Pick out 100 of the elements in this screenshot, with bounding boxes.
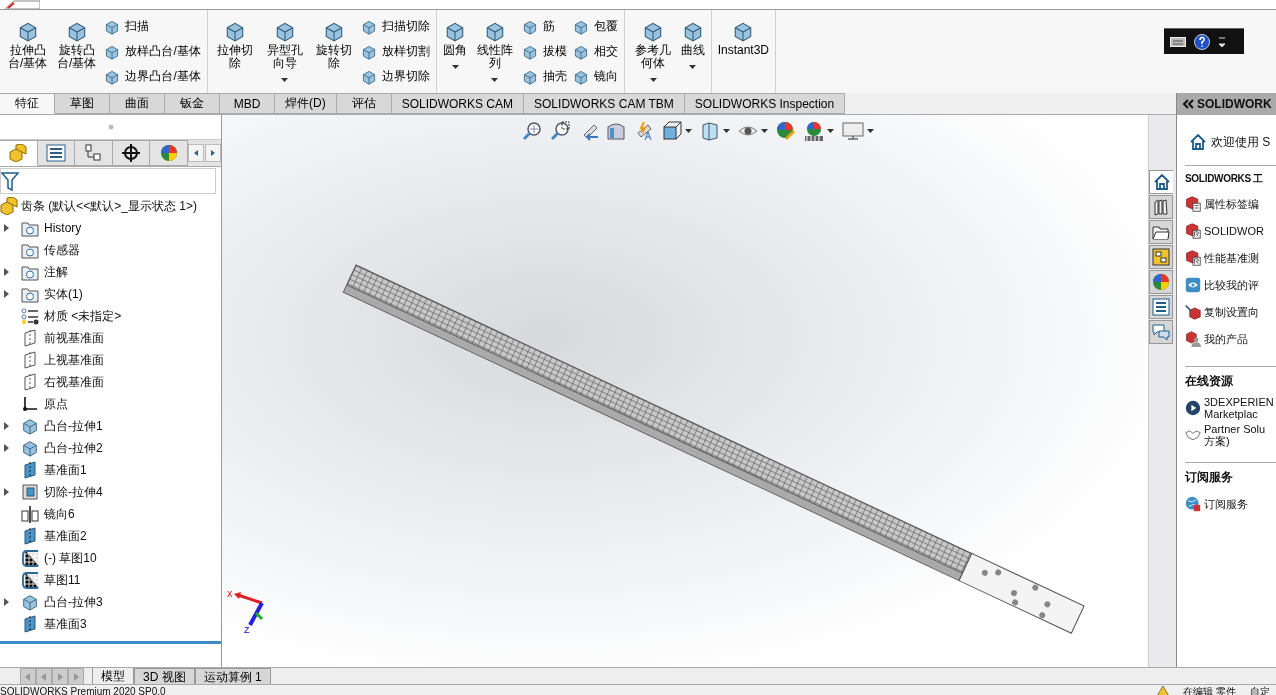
task-pane-tab[interactable] <box>1149 170 1173 194</box>
scroll-left-button[interactable] <box>188 144 204 162</box>
color-ball-icon <box>1152 273 1170 291</box>
welcome-link[interactable]: 欢迎使用 S <box>1211 133 1271 151</box>
blocks-icon <box>8 144 29 162</box>
hollow-block-icon <box>21 483 39 501</box>
ribbon-button[interactable]: 边界凸台/基体 <box>102 67 203 86</box>
tree-item-label[interactable]: 注解 <box>44 263 68 281</box>
task-pane-tab[interactable] <box>1149 195 1173 219</box>
ribbon-button[interactable]: 放样切割 <box>359 42 433 61</box>
chat-icon <box>1152 323 1170 341</box>
ribbon-tab[interactable]: MBD <box>220 93 275 114</box>
ribbon-button[interactable]: 旋转凸台/基体 <box>53 12 101 91</box>
task-pane-tab[interactable] <box>1149 295 1173 319</box>
tree-root-label[interactable]: 齿条 (默认<<默认>_显示状态 1>) <box>21 197 198 215</box>
task-link[interactable]: 3DEXPERIEN Marketplac <box>1204 395 1274 420</box>
task-link[interactable]: Partner Solu 方案) <box>1204 422 1266 447</box>
graphics-area[interactable]: X Z <box>222 115 1148 667</box>
task-link[interactable]: 订阅服务 <box>1204 497 1248 510</box>
ribbon-button[interactable]: 边界切除 <box>359 67 433 86</box>
task-pane-tab[interactable] <box>1149 270 1173 294</box>
view-toolbar-button[interactable] <box>548 121 572 141</box>
tree-item-label[interactable]: 右视基准面 <box>44 373 104 391</box>
ribbon-button[interactable]: 拉伸凸台/基体 <box>4 12 52 91</box>
cube-icon <box>573 43 590 60</box>
ribbon-button[interactable]: Instant3D <box>715 12 772 91</box>
ribbon-button[interactable]: 镜向 <box>571 67 621 86</box>
ribbon-button[interactable]: 拉伸切除 <box>211 12 259 91</box>
tree-item-label[interactable]: 凸台-拉伸2 <box>44 439 103 457</box>
plane-icon <box>23 329 37 347</box>
task-link[interactable]: 比较我的评 <box>1204 278 1259 291</box>
ribbon-tab[interactable]: 钣金 <box>165 93 220 114</box>
monitor-icon <box>842 121 864 141</box>
folder-icon <box>21 241 39 259</box>
ribbon-tab[interactable]: SOLIDWORKS CAM TBM <box>524 93 685 114</box>
tree-item-label[interactable]: 前视基准面 <box>44 329 104 347</box>
task-link[interactable]: SOLIDWOR <box>1204 224 1264 237</box>
ribbon-button[interactable]: 线性阵列 <box>471 12 519 91</box>
filter-field[interactable] <box>0 168 216 194</box>
tree-item-label[interactable]: 凸台-拉伸3 <box>44 593 103 611</box>
tree-item-label[interactable]: 切除-拉伸4 <box>44 483 103 501</box>
ribbon-button[interactable]: 扫描 <box>102 17 203 36</box>
panel-tab[interactable] <box>112 140 151 166</box>
ribbon-button[interactable]: 旋转切除 <box>310 12 358 91</box>
home-icon <box>1189 133 1207 151</box>
tree-item-label[interactable]: 材质 <未指定> <box>44 307 122 325</box>
task-pane-tab[interactable] <box>1149 245 1173 269</box>
play-icon <box>1185 399 1201 416</box>
task-link[interactable]: 属性标签编 <box>1204 197 1259 210</box>
tree-item-label[interactable]: (-) 草图10 <box>44 549 97 567</box>
view-toolbar-button[interactable] <box>660 121 694 141</box>
ribbon-tab[interactable]: 曲面 <box>110 93 165 114</box>
plane-icon <box>23 461 37 479</box>
ribbon-tab[interactable]: SOLIDWORKS Inspection <box>684 93 846 114</box>
magnifier-icon <box>550 121 570 141</box>
view-toolbar-button[interactable] <box>520 121 544 141</box>
tree-item-label[interactable]: 传感器 <box>44 241 80 259</box>
ribbon-button[interactable]: 圆角 <box>441 12 470 91</box>
ribbon-tab[interactable]: SOLIDWORKS CAM <box>391 93 525 114</box>
ribbon-button[interactable]: 抽壳 <box>520 67 570 86</box>
cube-icon <box>361 43 378 60</box>
tree-item-label[interactable]: 基准面1 <box>44 461 87 479</box>
tree-item-label[interactable]: 镜向6 <box>44 505 75 523</box>
tree-item-label[interactable]: 草图11 <box>44 571 81 589</box>
ribbon-tab[interactable]: 草图 <box>55 93 110 114</box>
tree-item-label[interactable]: 凸台-拉伸1 <box>44 417 103 435</box>
color-ball-icon <box>776 121 796 141</box>
cube-icon <box>1185 195 1201 212</box>
tree-icon <box>83 144 104 162</box>
ribbon-button[interactable]: 扫描切除 <box>359 17 433 36</box>
task-link[interactable]: 复制设置向 <box>1204 305 1259 318</box>
scroll-right-button[interactable] <box>205 144 221 162</box>
tree-item-label[interactable]: History <box>44 221 82 235</box>
task-pane-tab[interactable] <box>1149 320 1173 344</box>
plane-icon <box>23 615 37 633</box>
ribbon-tab[interactable]: 特征 <box>0 93 55 114</box>
ribbon-tab[interactable]: 评估 <box>336 93 392 114</box>
panel-tab[interactable] <box>37 140 76 166</box>
tree-item-label[interactable]: 实体(1) <box>44 285 83 303</box>
tree-item-label[interactable]: 上视基准面 <box>44 351 104 369</box>
person-icon <box>1185 330 1201 347</box>
view-toolbar-button[interactable] <box>774 121 798 141</box>
task-pane-tab[interactable] <box>1149 220 1173 244</box>
ribbon-tab[interactable]: 焊件(D) <box>275 93 337 114</box>
ribbon-button[interactable]: 包覆 <box>571 17 621 36</box>
tree-item-label[interactable]: 基准面2 <box>44 527 87 545</box>
plane-icon <box>23 527 37 545</box>
ribbon-button[interactable]: 拔模 <box>520 42 570 61</box>
view-toolbar-button[interactable] <box>802 121 836 141</box>
ribbon-button[interactable]: 异型孔向导 <box>260 12 309 91</box>
ribbon-button[interactable]: 筋 <box>520 17 570 36</box>
ribbon-button[interactable]: 相交 <box>571 42 621 61</box>
ribbon-button[interactable]: 曲线 <box>678 12 707 91</box>
dropdown-icon <box>1218 35 1226 48</box>
ribbon-button[interactable]: 放样凸台/基体 <box>102 42 203 61</box>
tree-item-label[interactable]: 基准面3 <box>44 615 87 633</box>
task-link[interactable]: 性能基准测 <box>1204 251 1259 264</box>
tree-item-label[interactable]: 原点 <box>44 395 68 413</box>
task-link[interactable]: 我的产品 <box>1204 332 1248 345</box>
ribbon-button[interactable]: 参考几何体 <box>629 12 677 91</box>
